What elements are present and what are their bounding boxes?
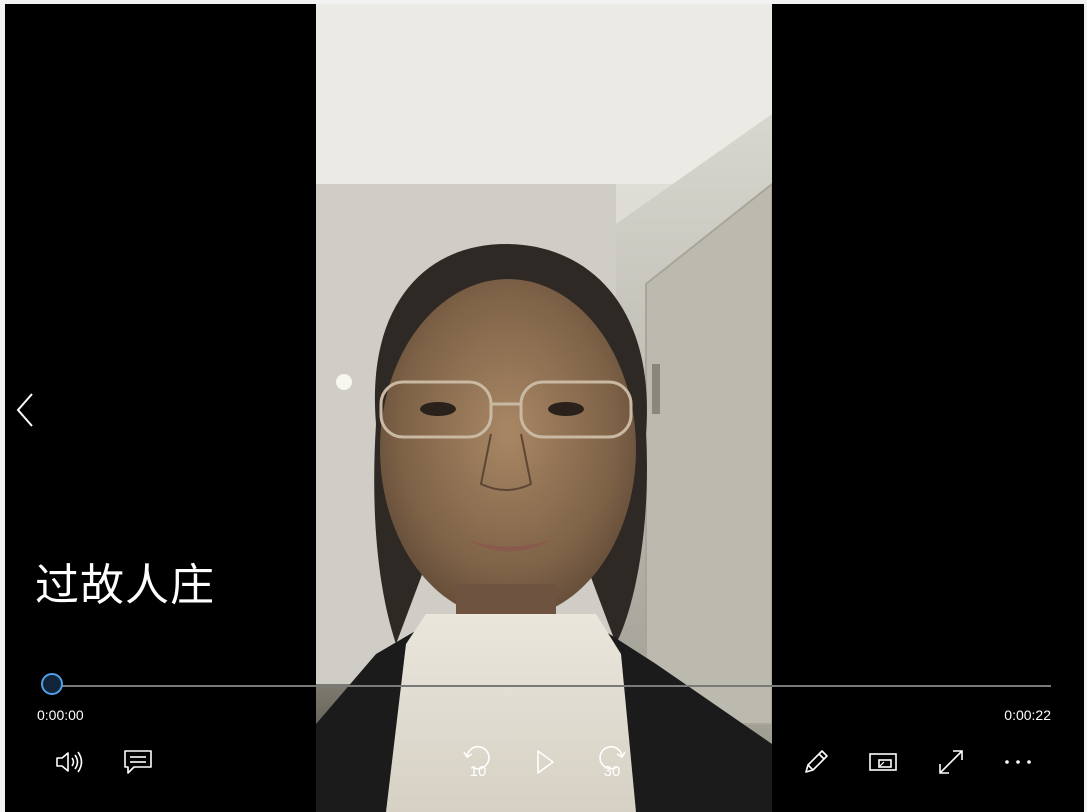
mini-view-icon: [869, 753, 897, 771]
more-button[interactable]: [996, 740, 1040, 784]
window-left-edge: [0, 0, 5, 812]
skip-back-button[interactable]: 10: [455, 740, 499, 784]
captions-icon: [124, 750, 152, 774]
chevron-left-icon: [16, 393, 33, 427]
skip-forward-button[interactable]: 30: [590, 740, 634, 784]
fullscreen-button[interactable]: [929, 740, 973, 784]
mini-view-button[interactable]: [861, 740, 905, 784]
forward-icon: 30: [599, 745, 626, 780]
previous-button[interactable]: [10, 388, 40, 432]
pencil-icon: [805, 750, 828, 773]
play-button[interactable]: [523, 740, 567, 784]
subtitles-button[interactable]: [116, 740, 160, 784]
video-picture: [316, 4, 772, 812]
play-icon: [537, 750, 554, 774]
seek-thumb[interactable]: [41, 673, 63, 695]
video-frame[interactable]: [316, 4, 772, 812]
skip-forward-label: 30: [604, 763, 621, 780]
rewind-icon: 10: [463, 745, 490, 780]
total-duration: 0:00:22: [1004, 707, 1051, 723]
volume-button[interactable]: [48, 740, 92, 784]
elapsed-time: 0:00:00: [37, 707, 84, 723]
edit-button[interactable]: [794, 740, 838, 784]
video-player: 过故人庄 0:00:00 0:00:22 10 30: [0, 0, 1087, 812]
seek-bar[interactable]: [50, 685, 1051, 687]
speaker-icon: [56, 751, 83, 773]
expand-icon: [939, 750, 963, 774]
video-title: 过故人庄: [35, 560, 215, 611]
more-icon: [1005, 760, 1031, 764]
skip-back-label: 10: [470, 763, 487, 780]
